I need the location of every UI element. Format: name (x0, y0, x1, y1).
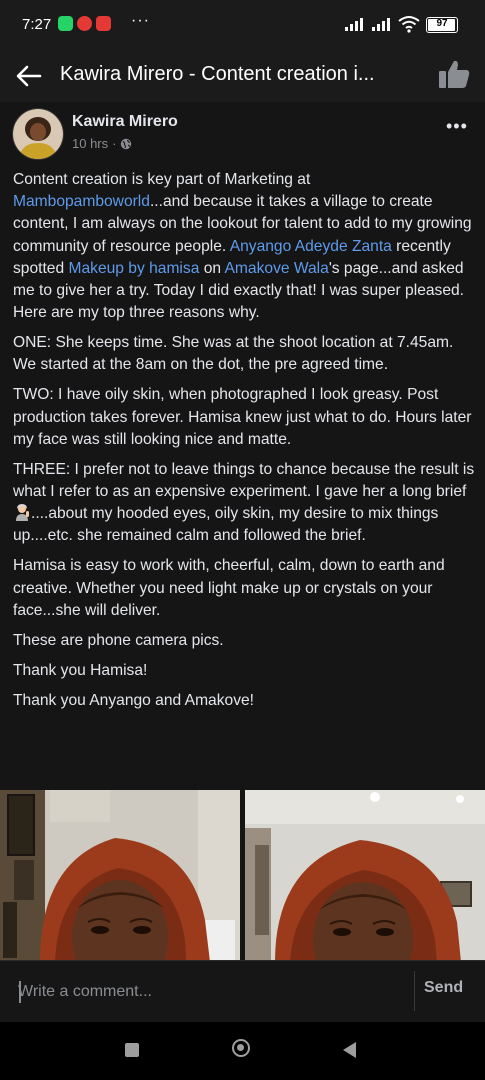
post-meta: 10 hrs · (72, 136, 132, 151)
status-time: 7:27 (22, 16, 52, 33)
text-run: on (199, 259, 225, 277)
photo-image (245, 790, 485, 960)
author-photo (13, 109, 63, 159)
text-run: Content creation is key part of Marketin… (13, 171, 311, 188)
mention-link[interactable]: Mambopamboworld (13, 193, 150, 210)
post-photo[interactable] (245, 790, 485, 960)
post-options-icon[interactable]: ••• (446, 116, 468, 137)
back-icon[interactable] (343, 1042, 356, 1058)
meta-separator: · (112, 136, 117, 151)
post-paragraph: Thank you Hamisa! (13, 661, 148, 679)
text-cursor (19, 981, 21, 1003)
post-paragraph: THREE: I prefer not to leave things to c… (13, 459, 475, 548)
mention-link[interactable]: Makeup by hamisa (68, 260, 199, 277)
mention-link[interactable]: Amakove Wala (225, 260, 329, 277)
mention-link[interactable]: Anyango Adeyde Zanta (230, 238, 392, 255)
page-title: Kawira Mirero - Content creation i... (60, 63, 375, 85)
text-run: ....about my hooded eyes, oily skin, my … (13, 505, 439, 545)
woman-gesturing-emoji-icon (16, 504, 29, 522)
post-paragraph: Hamisa is easy to work with, cheerful, c… (13, 557, 445, 619)
photo-image (0, 790, 240, 960)
notification-icons (58, 16, 111, 31)
home-icon[interactable] (232, 1039, 250, 1057)
post-text: Content creation is key part of Marketin… (13, 169, 475, 720)
thumbs-up-icon[interactable] (436, 56, 472, 92)
post-paragraph: TWO: I have oily skin, when photographed… (13, 386, 472, 448)
post-paragraph: ONE: She keeps time. She was at the shoo… (13, 334, 454, 374)
opera-icon (77, 16, 92, 31)
comment-input[interactable] (18, 979, 398, 1005)
battery-icon: 97 (426, 17, 458, 33)
wifi-icon (398, 16, 420, 33)
post-paragraph: These are phone camera pics. (13, 631, 224, 649)
recents-icon[interactable] (125, 1043, 139, 1057)
post-photo[interactable] (0, 790, 240, 960)
globe-icon (121, 138, 132, 149)
back-arrow-icon[interactable] (14, 62, 44, 90)
avatar[interactable] (12, 108, 64, 160)
more-notifications-icon: ··· (131, 12, 150, 29)
send-button[interactable]: Send (424, 979, 463, 997)
post-paragraph: Content creation is key part of Marketin… (13, 169, 475, 324)
status-bar: 7:27 ··· 97 (0, 0, 485, 50)
post-paragraph: Thank you Anyango and Amakove! (13, 691, 255, 709)
post-time[interactable]: 10 hrs (72, 136, 108, 151)
post-card: Kawira Mirero 10 hrs · ••• Content creat… (0, 102, 485, 960)
top-app-bar: Kawira Mirero - Content creation i... (0, 50, 485, 102)
author-name[interactable]: Kawira Mirero (72, 113, 178, 131)
system-nav-bar (0, 1022, 485, 1080)
comment-bar: Send (0, 960, 485, 1023)
signal-icon (372, 18, 390, 31)
battery-level: 97 (436, 18, 448, 29)
text-run: THREE: I prefer not to leave things to c… (13, 460, 475, 501)
news-icon (96, 16, 111, 31)
divider (414, 971, 415, 1011)
whatsapp-icon (58, 16, 73, 31)
signal-icon (345, 18, 363, 31)
